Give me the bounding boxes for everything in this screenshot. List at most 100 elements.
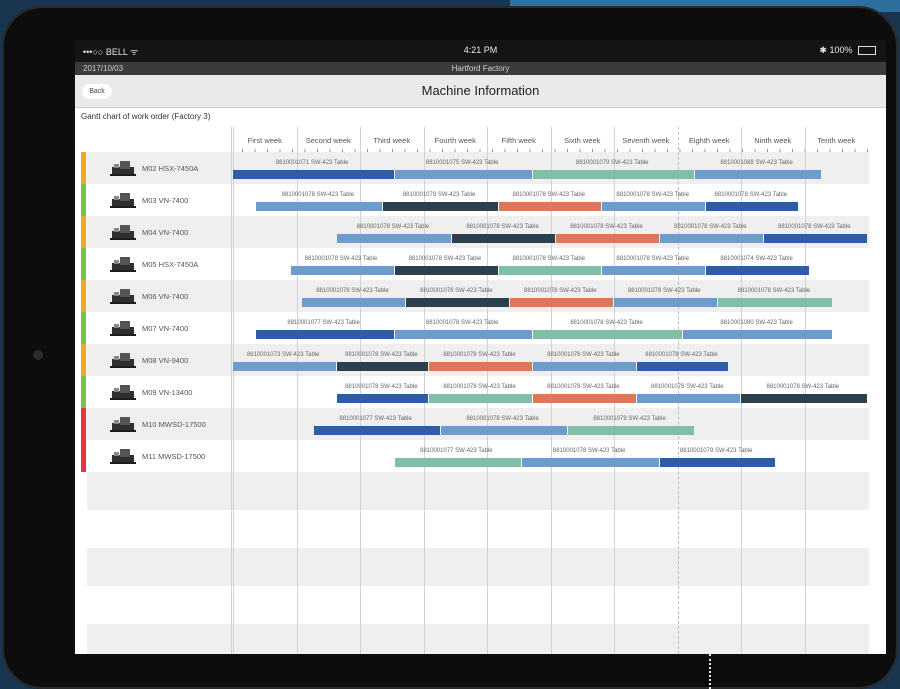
machine-status-indicator [81, 344, 86, 376]
gantt-task-bar[interactable] [614, 298, 717, 307]
gantt-task-label: 8810001078 SW-423 Table [316, 288, 389, 294]
machine-label: M07 VN-7400 [142, 324, 189, 333]
gantt-task-bar[interactable] [394, 170, 533, 179]
gantt-task-label: 8810001078 SW-423 Table [356, 224, 430, 230]
gantt-task-bar[interactable] [429, 362, 533, 371]
gantt-task-label: 8810001077 SW-423 Table [420, 448, 493, 454]
battery-percent: 100% [829, 45, 853, 55]
camera-dot [33, 350, 43, 360]
week-header-1: First week [247, 136, 282, 145]
gantt-task-label: 8810001078 SW-423 Table [570, 320, 643, 326]
clock: 4:21 PM [463, 45, 498, 55]
gantt-task-bar[interactable] [313, 426, 440, 435]
gantt-task-label: 8810001080 SW-423 Table [720, 320, 793, 326]
gantt-task-label: 8810001075 SW-423 Table [425, 160, 499, 166]
week-header-7: Seventh week [622, 136, 670, 145]
gantt-task-bar[interactable] [290, 266, 394, 275]
gantt-task-bar[interactable] [533, 362, 637, 371]
machine-status-indicator [81, 152, 86, 184]
gantt-task-bar[interactable] [717, 298, 833, 307]
table-row [87, 216, 869, 248]
machine-status-indicator [81, 440, 86, 472]
gantt-task-bar[interactable] [336, 234, 452, 243]
gantt-task-bar[interactable] [660, 234, 764, 243]
gantt-task-bar[interactable] [706, 266, 810, 275]
gantt-task-bar[interactable] [556, 234, 660, 243]
gantt-task-label: 8810001078 SW-423 Table [651, 384, 724, 390]
gantt-task-bar[interactable] [406, 298, 510, 307]
machine-icon [110, 351, 136, 369]
gantt-task-bar[interactable] [660, 458, 775, 467]
gantt-task-bar[interactable] [429, 394, 533, 403]
gantt-task-bar[interactable] [302, 298, 406, 307]
gantt-task-bar[interactable] [683, 330, 833, 339]
gantt-task-bar[interactable] [394, 458, 521, 467]
gantt-task-bar[interactable] [394, 330, 533, 339]
week-header-4: Fourth week [434, 136, 476, 145]
gantt-task-bar[interactable] [498, 266, 602, 275]
machine-label: M11 MWSD-17500 [142, 452, 206, 461]
gantt-task-bar[interactable] [637, 362, 729, 371]
gantt-task-bar[interactable] [233, 362, 336, 371]
gantt-task-bar[interactable] [533, 394, 637, 403]
gantt-task-label: 8810001078 SW-423 Table [737, 288, 811, 294]
gantt-task-bar[interactable] [383, 202, 498, 211]
gantt-task-label: 8810001073 SW-423 Table [246, 352, 320, 358]
gantt-task-bar[interactable] [602, 202, 706, 211]
machine-label: M04 VN-7400 [142, 228, 189, 237]
bluetooth-icon: ✱ [819, 45, 827, 55]
gantt-task-label: 8810001078 SW-423 Table [616, 256, 689, 262]
gantt-task-label: 8810001078 SW-423 Table [408, 256, 482, 262]
machine-label: M10 MWSD-17500 [142, 420, 206, 429]
gantt-task-bar[interactable] [706, 202, 798, 211]
gantt-task-bar[interactable] [510, 298, 613, 307]
gantt-task-bar[interactable] [256, 330, 394, 339]
gantt-task-bar[interactable] [533, 330, 683, 339]
gantt-task-bar[interactable] [336, 394, 429, 403]
machine-icon [110, 223, 136, 241]
week-header-8: Eighth week [688, 136, 730, 145]
gantt-task-label: 8810001078 SW-423 Table [512, 256, 586, 262]
gantt-task-bar[interactable] [394, 266, 498, 275]
machine-label: M02 HSX-7450A [142, 164, 199, 173]
machine-status-indicator [81, 408, 86, 440]
battery-icon [858, 46, 876, 56]
gantt-task-bar[interactable] [521, 458, 660, 467]
gantt-task-bar[interactable] [741, 394, 867, 403]
gantt-task-label: 8810001077 SW-423 Table [287, 320, 360, 326]
gantt-task-label: 8810001079 SW-423 Table [576, 160, 649, 166]
gantt-task-label: 8810001078 SW-423 Table [766, 384, 840, 390]
gantt-task-label: 8810001074 SW-423 Table [720, 256, 793, 262]
gantt-task-bar[interactable] [256, 202, 383, 211]
machine-icon [110, 191, 136, 209]
table-row [87, 586, 869, 624]
table-row [87, 472, 869, 510]
gantt-task-bar[interactable] [452, 234, 556, 243]
label-column-separator [231, 127, 232, 654]
gantt-task-bar[interactable] [694, 170, 821, 179]
week-header-10: Tenth week [817, 136, 856, 145]
gantt-task-bar[interactable] [533, 170, 694, 179]
gantt-task-bar[interactable] [336, 362, 429, 371]
gantt-task-bar[interactable] [233, 170, 394, 179]
machine-label: M06 VN-7400 [142, 292, 189, 301]
gantt-task-bar[interactable] [440, 426, 567, 435]
gantt-task-label: 8810001071 SW-423 Table [275, 160, 349, 166]
gantt-task-label: 8810001078 SW-423 Table [778, 224, 851, 230]
gantt-task-bar[interactable] [498, 202, 602, 211]
machine-label: M05 HSX-7450A [142, 260, 199, 269]
machine-status-indicator [81, 280, 86, 312]
gantt-task-label: 8810001078 SW-423 Table [466, 416, 539, 422]
gantt-task-label: 8810001078 SW-423 Table [466, 224, 539, 230]
gantt-task-label: 8810001079 SW-423 Table [593, 416, 666, 422]
gantt-task-bar[interactable] [602, 266, 706, 275]
table-row [87, 510, 869, 548]
gantt-task-bar[interactable] [637, 394, 740, 403]
gantt-task-bar[interactable] [567, 426, 694, 435]
week-header-3: Third week [373, 136, 411, 145]
gantt-task-label: 8810001078 SW-423 Table [443, 352, 516, 358]
factory-label: Hartford Factory [451, 64, 510, 73]
ios-status-bar: •••○○ BELL ᯤ 4:21 PM ✱ 100% [75, 40, 886, 62]
gantt-task-label: 8810001078 SW-423 Table [674, 224, 747, 230]
gantt-task-bar[interactable] [764, 234, 867, 243]
